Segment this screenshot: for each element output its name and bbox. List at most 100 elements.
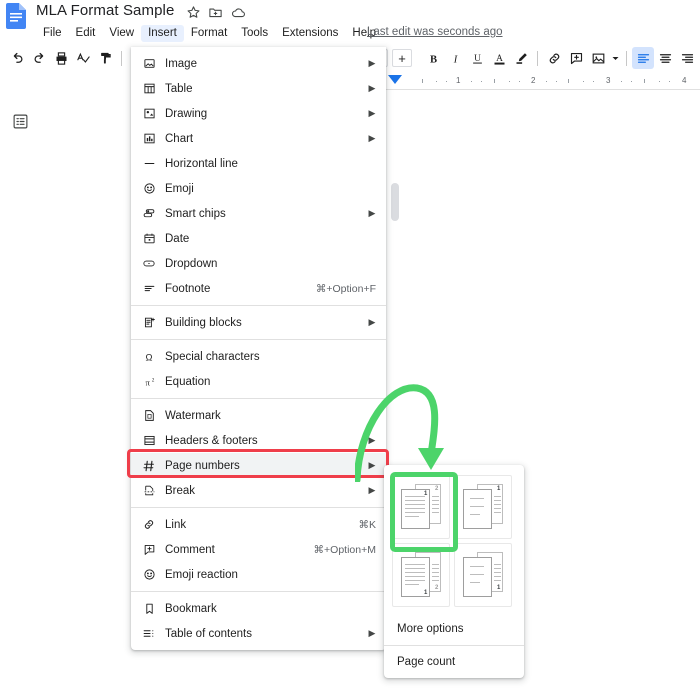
menu-item-label: Link xyxy=(165,518,358,532)
align-right-icon[interactable] xyxy=(676,47,698,69)
comment-icon xyxy=(139,542,159,558)
chevron-right-icon: ▶ xyxy=(367,436,377,445)
menu-item-building-blocks[interactable]: Building blocks ▶ xyxy=(131,310,386,335)
menu-extensions[interactable]: Extensions xyxy=(275,25,345,42)
menu-item-shortcut: ⌘+Option+M xyxy=(314,544,376,556)
bold-icon[interactable]: B xyxy=(422,47,444,69)
menu-item-watermark[interactable]: Watermark xyxy=(131,403,386,428)
menu-item-smart-chips[interactable]: Smart chips ▶ xyxy=(131,201,386,226)
align-left-icon[interactable] xyxy=(632,47,654,69)
underline-icon[interactable]: U xyxy=(466,47,488,69)
text-color-icon[interactable]: A xyxy=(488,47,510,69)
menu-divider xyxy=(131,398,386,399)
svg-text:U: U xyxy=(474,54,481,64)
menu-file[interactable]: File xyxy=(36,25,69,42)
menu-item-image[interactable]: Image ▶ xyxy=(131,51,386,76)
menu-item-chart[interactable]: Chart ▶ xyxy=(131,126,386,151)
more-options-button[interactable]: More options xyxy=(384,613,524,645)
menu-item-bookmark[interactable]: Bookmark xyxy=(131,596,386,621)
link-icon xyxy=(139,517,159,533)
menu-item-drawing[interactable]: Drawing ▶ xyxy=(131,101,386,126)
last-edit-status[interactable]: Last edit was seconds ago xyxy=(367,26,503,38)
menubar: File Edit View Insert Format Tools Exten… xyxy=(36,25,383,42)
print-icon[interactable] xyxy=(50,47,72,69)
menu-divider xyxy=(131,305,386,306)
highlight-color-icon[interactable] xyxy=(510,47,532,69)
equation-icon: π 2 xyxy=(139,374,159,390)
vertical-scrollbar-thumb[interactable] xyxy=(391,183,399,221)
menu-item-emoji[interactable]: Emoji xyxy=(131,176,386,201)
page-number-options-grid: 1 2 1 xyxy=(384,473,524,613)
align-center-icon[interactable] xyxy=(654,47,676,69)
increase-font-size-button[interactable]: + xyxy=(392,49,412,67)
insert-image-icon[interactable] xyxy=(587,47,609,69)
menu-item-label: Footnote xyxy=(165,282,316,296)
horizontal-ruler[interactable]: 1 2 3 4 xyxy=(386,73,700,90)
left-indent-marker[interactable] xyxy=(388,75,402,84)
page-count-button[interactable]: Page count xyxy=(384,646,524,678)
page-number-option-bottom-right-skip-first[interactable]: 1 xyxy=(454,543,512,607)
svg-text:B: B xyxy=(429,54,436,65)
titlebar: MLA Format Sample xyxy=(0,0,700,24)
menu-item-page-numbers[interactable]: Page numbers ▶ xyxy=(131,453,386,478)
paint-format-icon[interactable] xyxy=(94,47,116,69)
menu-item-dropdown[interactable]: Dropdown xyxy=(131,251,386,276)
bookmark-icon xyxy=(139,601,159,617)
menu-item-label: Headers & footers xyxy=(165,434,367,448)
menu-item-footnote[interactable]: Footnote ⌘+Option+F xyxy=(131,276,386,301)
chevron-right-icon: ▶ xyxy=(367,109,377,118)
menu-item-comment[interactable]: Comment ⌘+Option+M xyxy=(131,537,386,562)
menu-item-table[interactable]: Table ▶ xyxy=(131,76,386,101)
ruler-number-4: 4 xyxy=(682,76,686,85)
image-icon xyxy=(139,56,159,72)
menu-item-break[interactable]: Break ▶ xyxy=(131,478,386,503)
menu-insert[interactable]: Insert xyxy=(141,25,184,42)
page-number-option-bottom-right-all-pages[interactable]: 1 2 xyxy=(392,543,450,607)
watermark-icon xyxy=(139,408,159,424)
table-of-contents-icon xyxy=(139,626,159,642)
menu-item-label: Image xyxy=(165,57,367,71)
cloud-saved-icon[interactable] xyxy=(231,5,246,20)
move-to-folder-icon[interactable] xyxy=(208,5,223,20)
document-outline-icon[interactable] xyxy=(12,113,29,130)
document-title[interactable]: MLA Format Sample xyxy=(36,2,174,19)
menu-item-date[interactable]: Date xyxy=(131,226,386,251)
star-icon[interactable] xyxy=(186,5,201,20)
insert-link-icon[interactable] xyxy=(543,47,565,69)
page-number-thumbnail: 1 2 xyxy=(401,484,441,530)
google-docs-window: MLA Format Sample File Edit View Insert … xyxy=(0,0,700,700)
spellcheck-icon[interactable] xyxy=(72,47,94,69)
page-numbers-icon xyxy=(139,458,159,474)
menu-divider xyxy=(131,339,386,340)
menu-item-special-characters[interactable]: Ω Special characters xyxy=(131,344,386,369)
image-dropdown-icon[interactable] xyxy=(609,47,621,69)
chevron-right-icon: ▶ xyxy=(367,134,377,143)
menu-item-equation[interactable]: π 2 Equation xyxy=(131,369,386,394)
italic-icon[interactable]: I xyxy=(444,47,466,69)
redo-icon[interactable] xyxy=(28,47,50,69)
svg-text:2: 2 xyxy=(151,377,154,383)
menu-item-shortcut: ⌘K xyxy=(358,519,376,531)
menu-view[interactable]: View xyxy=(102,25,141,42)
menu-tools[interactable]: Tools xyxy=(234,25,275,42)
undo-icon[interactable] xyxy=(6,47,28,69)
page-number-option-top-right-skip-first[interactable]: 1 xyxy=(454,475,512,539)
ruler-number-2: 2 xyxy=(531,76,535,85)
chevron-right-icon: ▶ xyxy=(367,486,377,495)
menu-item-horizontal-line[interactable]: Horizontal line xyxy=(131,151,386,176)
menu-item-link[interactable]: Link ⌘K xyxy=(131,512,386,537)
headers-footers-icon xyxy=(139,433,159,449)
page-number-thumbnail: 1 xyxy=(463,484,503,530)
menu-item-headers-footers[interactable]: Headers & footers ▶ xyxy=(131,428,386,453)
menu-item-label: Bookmark xyxy=(165,602,367,616)
horizontal-line-icon xyxy=(139,156,159,172)
menu-item-table-of-contents[interactable]: Table of contents ▶ xyxy=(131,621,386,646)
menu-item-emoji-reaction[interactable]: Emoji reaction xyxy=(131,562,386,587)
menu-format[interactable]: Format xyxy=(184,25,234,42)
menu-edit[interactable]: Edit xyxy=(69,25,103,42)
add-comment-icon[interactable] xyxy=(565,47,587,69)
page-number-option-top-right-all-pages[interactable]: 1 2 xyxy=(392,475,450,539)
google-docs-logo-icon[interactable] xyxy=(6,3,26,29)
menu-divider xyxy=(131,591,386,592)
omega-icon: Ω xyxy=(139,349,159,365)
